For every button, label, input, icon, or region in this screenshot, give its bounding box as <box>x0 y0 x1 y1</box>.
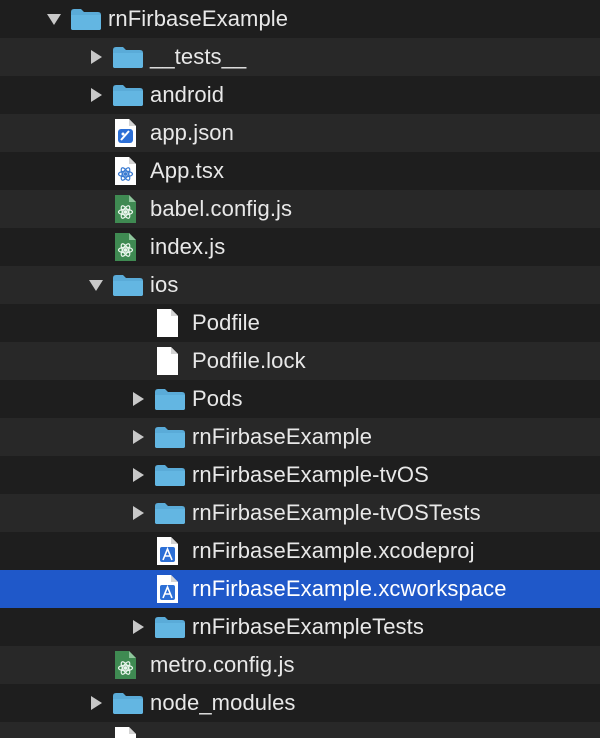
tree-row[interactable]: rnFirbaseExample-tvOSTests <box>0 494 600 532</box>
folder-icon <box>154 456 188 494</box>
disclosure-collapsed-icon[interactable] <box>122 380 154 418</box>
tree-row-label: rnFirbaseExample.xcodeproj <box>192 538 475 563</box>
plain-file-icon <box>154 342 188 380</box>
js-file-icon <box>112 190 146 228</box>
tree-row[interactable]: rnFirbaseExample <box>0 0 600 38</box>
xcodeproj-icon <box>154 532 188 570</box>
tree-row-label: rnFirbaseExample-tvOS <box>192 462 429 487</box>
folder-icon <box>154 608 188 646</box>
tree-row-label: __tests__ <box>150 44 247 69</box>
disclosure-expanded-icon[interactable] <box>38 0 70 38</box>
tree-row-label: metro.config.js <box>150 652 295 677</box>
disclosure-collapsed-icon[interactable] <box>122 456 154 494</box>
tree-row-label: rnFirbaseExample <box>192 424 373 449</box>
tree-row[interactable]: android <box>0 76 600 114</box>
tree-row[interactable]: babel.config.js <box>0 190 600 228</box>
tree-row[interactable]: Podfile.lock <box>0 342 600 380</box>
tree-row-label: rnFirbaseExample <box>108 6 289 31</box>
json-file-icon <box>112 114 146 152</box>
disclosure-expanded-icon[interactable] <box>80 266 112 304</box>
folder-icon <box>112 266 146 304</box>
tree-row[interactable] <box>0 722 600 738</box>
plain-file-icon <box>154 304 188 342</box>
folder-icon <box>112 684 146 722</box>
file-tree: rnFirbaseExample __tests__android app.json… <box>0 0 600 738</box>
tree-row-label: rnFirbaseExample.xcworkspace <box>192 576 507 601</box>
tree-row[interactable]: __tests__ <box>0 38 600 76</box>
disclosure-collapsed-icon[interactable] <box>122 494 154 532</box>
folder-icon <box>154 380 188 418</box>
xcworkspace-icon <box>154 570 188 608</box>
tree-row[interactable]: Podfile <box>0 304 600 342</box>
tree-row-label: Pods <box>192 386 243 411</box>
tree-row[interactable]: rnFirbaseExample.xcworkspace <box>0 570 600 608</box>
tree-row[interactable]: rnFirbaseExampleTests <box>0 608 600 646</box>
tree-row[interactable]: rnFirbaseExample-tvOS <box>0 456 600 494</box>
folder-icon <box>154 494 188 532</box>
tree-row[interactable]: metro.config.js <box>0 646 600 684</box>
tree-row[interactable]: Pods <box>0 380 600 418</box>
tree-row[interactable]: app.json <box>0 114 600 152</box>
folder-icon <box>154 418 188 456</box>
tree-row-label: App.tsx <box>150 158 225 183</box>
disclosure-collapsed-icon[interactable] <box>80 684 112 722</box>
disclosure-collapsed-icon[interactable] <box>122 418 154 456</box>
tree-row[interactable]: ios <box>0 266 600 304</box>
tree-row-label: index.js <box>150 234 226 259</box>
tree-row[interactable]: rnFirbaseExample.xcodeproj <box>0 532 600 570</box>
tree-row-label: rnFirbaseExampleTests <box>192 614 424 639</box>
js-file-icon <box>112 228 146 266</box>
tree-row-label: Podfile.lock <box>192 348 306 373</box>
tree-row[interactable]: node_modules <box>0 684 600 722</box>
disclosure-collapsed-icon[interactable] <box>122 608 154 646</box>
tree-row[interactable]: rnFirbaseExample <box>0 418 600 456</box>
tree-row-label: babel.config.js <box>150 196 293 221</box>
react-file-icon <box>112 152 146 190</box>
plain-file-icon <box>112 722 146 738</box>
tree-row-label: app.json <box>150 120 234 145</box>
js-file-icon <box>112 646 146 684</box>
tree-row-label: Podfile <box>192 310 260 335</box>
tree-row-label: rnFirbaseExample-tvOSTests <box>192 500 481 525</box>
folder-icon <box>112 38 146 76</box>
tree-row-label: node_modules <box>150 690 296 715</box>
tree-row[interactable]: App.tsx <box>0 152 600 190</box>
disclosure-collapsed-icon[interactable] <box>80 38 112 76</box>
tree-row[interactable]: index.js <box>0 228 600 266</box>
tree-row-label: android <box>150 82 225 107</box>
folder-icon <box>70 0 104 38</box>
tree-row-label: ios <box>150 272 179 297</box>
disclosure-collapsed-icon[interactable] <box>80 76 112 114</box>
folder-icon <box>112 76 146 114</box>
